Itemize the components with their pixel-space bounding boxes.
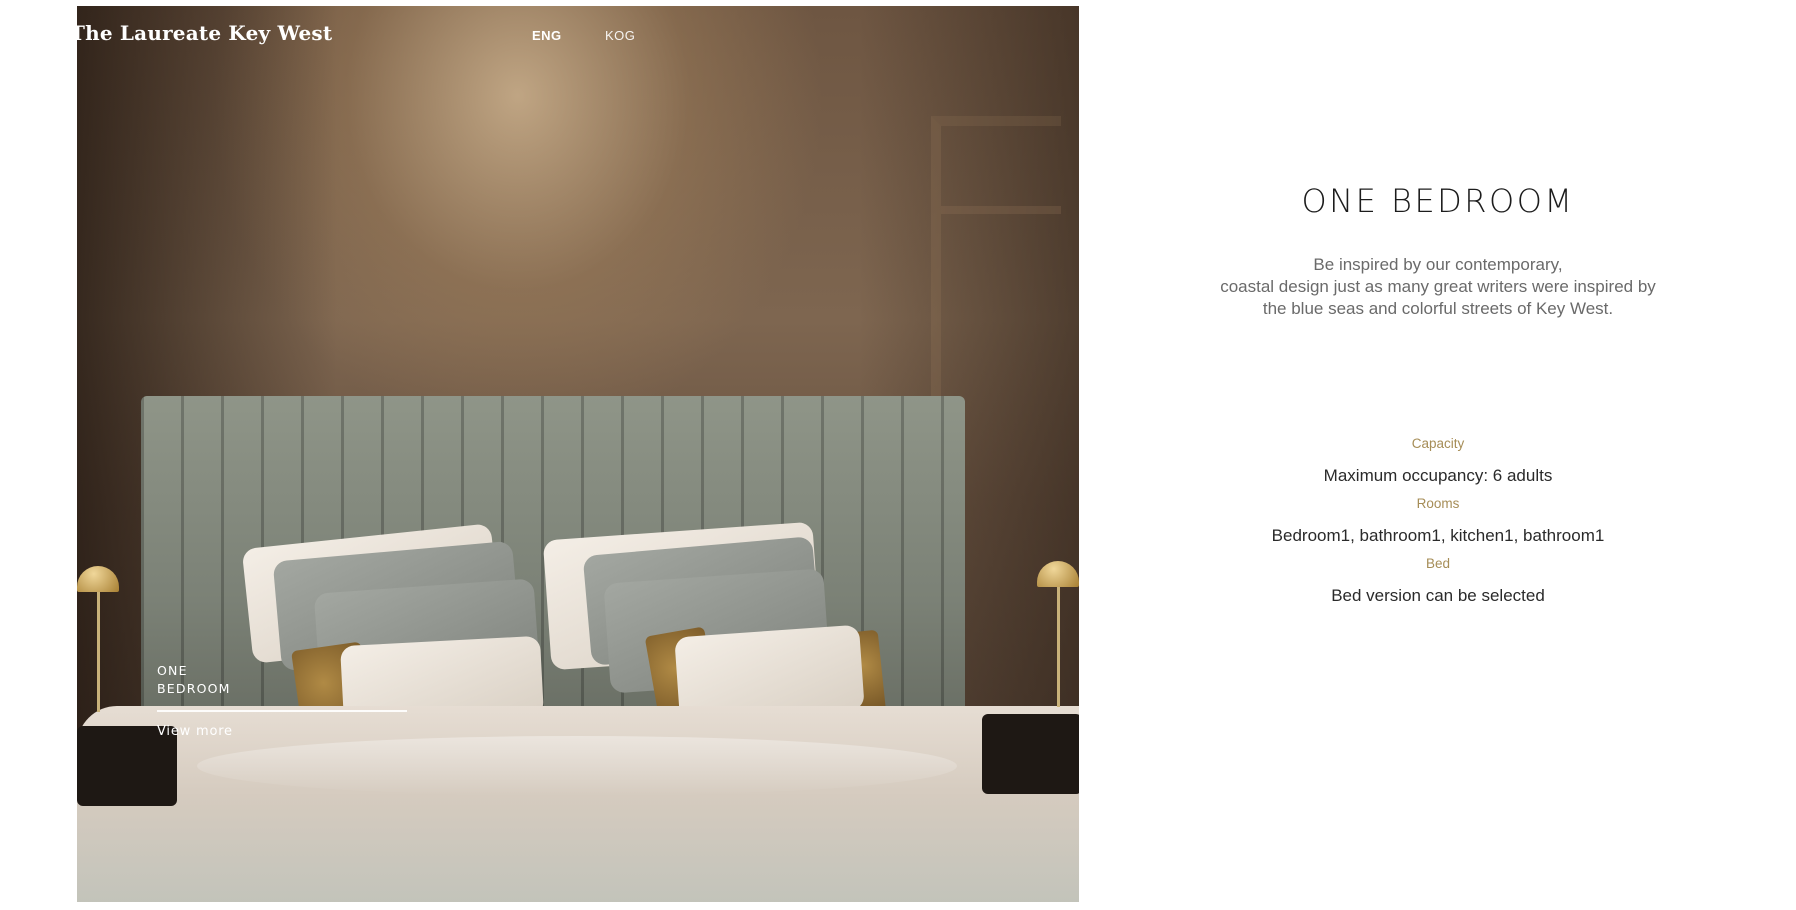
caption-divider	[157, 710, 407, 712]
description-line: coastal design just as many great writer…	[1220, 277, 1656, 296]
rooms-label: Rooms	[1416, 496, 1460, 511]
room-photo	[77, 6, 1079, 902]
bed-label: Bed	[1425, 556, 1451, 571]
rooms-value: Bedroom1, bathroom1, kitchen1, bathroom1	[1271, 526, 1605, 545]
nightstand	[982, 714, 1079, 794]
language-eng-link[interactable]: ENG	[532, 28, 562, 43]
view-more-link[interactable]: View more	[157, 724, 233, 739]
lamp	[1037, 561, 1079, 707]
room-info-panel: ONE BEDROOM Be inspired by our contempor…	[1080, 0, 1796, 910]
room-caption-line2: BEDROOM	[157, 681, 231, 696]
description-line: Be inspired by our contemporary,	[1313, 255, 1563, 274]
capacity-value: Maximum occupancy: 6 adults	[1323, 466, 1553, 485]
room-description: Be inspired by our contemporary, coastal…	[1080, 254, 1796, 320]
language-kog-link[interactable]: KOG	[605, 28, 635, 43]
window-shadow	[931, 116, 1061, 416]
room-title: ONE BEDROOM	[1301, 182, 1575, 220]
room-caption-line1: ONE	[157, 663, 188, 678]
description-line: the blue seas and colorful streets of Ke…	[1262, 299, 1614, 318]
capacity-label: Capacity	[1411, 436, 1465, 451]
room-caption: ONE BEDROOM	[157, 662, 231, 698]
lamp	[77, 566, 119, 712]
site-logo-title[interactable]: The Laureate Key West	[70, 21, 332, 45]
bed-value: Bed version can be selected	[1331, 586, 1545, 605]
